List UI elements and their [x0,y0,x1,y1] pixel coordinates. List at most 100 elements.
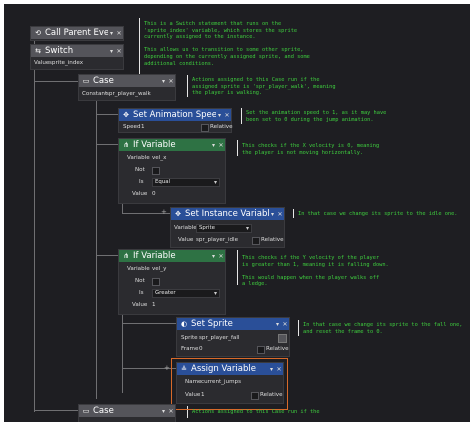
case-icon: ▭ [82,77,90,85]
case-header[interactable]: ▭ Case ▾ ✕ [79,405,175,417]
connector-wire [122,313,123,393]
name-field[interactable]: current_jumps [201,379,241,385]
comment-divider [237,140,238,156]
if-variable-header[interactable]: ⋔ If Variable ▾ ✕ [119,139,225,151]
relative-label: Relative [266,346,289,352]
not-label: Not [135,167,145,173]
call-parent-event-header[interactable]: ⟲ Call Parent Event ▾ ✕ [31,27,123,39]
relative-label: Relative [210,124,233,130]
value-field[interactable]: 1 [201,392,205,398]
gear-icon[interactable]: ▾ [269,211,276,218]
is-label: Is [139,179,144,185]
gear-icon[interactable]: ▾ [210,142,217,149]
gear-icon[interactable]: ▾ [268,366,275,373]
set-animation-speed-header[interactable]: ✥ Set Animation Speed ▾ ✕ [119,109,231,121]
add-action-plus-icon[interactable]: + [161,208,167,216]
comment-if-y-velocity[interactable]: This checks if the Y velocity of the pla… [242,255,389,288]
close-icon[interactable]: ✕ [167,78,175,85]
sprite-picker-button[interactable] [278,334,287,343]
set-instance-variable-node[interactable]: ✥ Set Instance Variable ▾ ✕ Variable Spr… [170,207,285,248]
case-constant-label: Constant [82,91,108,97]
not-checkbox[interactable] [152,167,160,175]
relative-label: Relative [260,392,283,398]
close-icon[interactable]: ✕ [276,211,284,218]
switch-header[interactable]: ⇆ Switch ▾ ✕ [31,45,123,57]
connector-wire [34,68,35,412]
gear-icon[interactable]: ▾ [108,30,115,37]
is-dropdown[interactable]: Greater [152,289,220,298]
comment-animation-speed[interactable]: Set the animation speed to 1, as it may … [246,110,386,123]
connector-wire [122,323,176,324]
if-variable-title: If Variable [133,251,176,261]
sprite-field[interactable]: spr_player_fall [199,335,239,341]
switch-node[interactable]: ⇆ Switch ▾ ✕ Value sprite_index [30,44,124,70]
set-sprite-header[interactable]: ◐ Set Sprite ▾ ✕ [177,318,289,330]
variable-field[interactable]: vel_y [152,266,166,272]
assign-variable-header[interactable]: ≗ Assign Variable ▾ ✕ [177,363,283,375]
case-node[interactable]: ▭ Case ▾ ✕ [78,404,176,422]
relative-checkbox[interactable] [257,346,265,354]
value-field[interactable]: spr_player_idle [196,237,238,243]
if-variable-title: If Variable [133,140,176,150]
gear-icon[interactable]: ▾ [108,48,115,55]
case-constant-field[interactable]: spr_player_walk [106,91,151,97]
variable-dropdown[interactable]: Sprite [196,224,252,233]
comment-if-x-velocity[interactable]: This checks if the X velocity is 0, mean… [242,143,379,156]
case-header[interactable]: ▭ Case ▾ ✕ [79,75,175,87]
close-icon[interactable]: ✕ [275,366,283,373]
set-sprite-node[interactable]: ◐ Set Sprite ▾ ✕ Sprite spr_player_fall … [176,317,290,357]
close-icon[interactable]: ✕ [217,142,225,149]
not-checkbox[interactable] [152,278,160,286]
close-icon[interactable]: ✕ [115,30,123,37]
call-parent-title: Call Parent Event [45,28,108,38]
is-dropdown[interactable]: Equal [152,178,220,187]
comment-fall-sprite[interactable]: In that case we change its sprite to the… [303,322,462,335]
gear-icon[interactable]: ▾ [274,321,281,328]
comment-divider [139,18,140,74]
variable-label: Variable [127,266,150,272]
value-field[interactable]: 1 [152,302,156,308]
assign-variable-node[interactable]: ≗ Assign Variable ▾ ✕ Name current_jumps… [176,362,284,404]
call-parent-event-node[interactable]: ⟲ Call Parent Event ▾ ✕ [30,26,124,41]
if-variable-header[interactable]: ⋔ If Variable ▾ ✕ [119,250,225,262]
assign-icon: ≗ [181,365,187,373]
add-action-plus-icon[interactable]: + [164,364,170,372]
speed-field[interactable]: 1 [141,124,145,130]
gear-icon[interactable]: ▾ [160,78,167,85]
value-label: Value [132,302,148,308]
connector-wire [96,114,118,115]
connector-wire [96,144,118,145]
close-icon[interactable]: ✕ [223,112,231,119]
value-label: Value [185,392,201,398]
case-node[interactable]: ▭ Case ▾ ✕ Constant spr_player_walk [78,74,176,101]
value-field[interactable]: 0 [152,191,156,197]
close-icon[interactable]: ✕ [115,48,123,55]
comment-case-2[interactable]: Actions assigned to this Case run if the [192,409,320,416]
close-icon[interactable]: ✕ [281,321,289,328]
relative-checkbox[interactable] [201,124,209,132]
comment-case[interactable]: Actions assigned to this Case run if the… [192,77,336,97]
relative-label: Relative [261,237,284,243]
switch-title: Switch [45,46,74,56]
set-instance-variable-header[interactable]: ✥ Set Instance Variable ▾ ✕ [171,208,284,220]
if-variable-node[interactable]: ⋔ If Variable ▾ ✕ Variable vel_y Not Is … [118,249,226,315]
close-icon[interactable]: ✕ [167,408,175,415]
if-variable-node[interactable]: ⋔ If Variable ▾ ✕ Variable vel_x Not Is … [118,138,226,204]
variable-field[interactable]: vel_x [152,155,166,161]
frame-field[interactable]: 0 [199,346,203,352]
gear-icon[interactable]: ▾ [160,408,167,415]
if-variable-icon: ⋔ [123,252,129,260]
comment-idle-sprite[interactable]: In that case we change its sprite to the… [298,211,457,218]
comment-divider [298,320,299,336]
variable-label: Variable [127,155,150,161]
animation-icon: ✥ [123,111,129,119]
gear-icon[interactable]: ▾ [210,253,217,260]
relative-checkbox[interactable] [252,237,260,245]
case-title: Case [93,76,114,86]
close-icon[interactable]: ✕ [217,253,225,260]
switch-value-field[interactable]: sprite_index [49,60,83,66]
gear-icon[interactable]: ▾ [216,112,223,119]
set-animation-speed-node[interactable]: ✥ Set Animation Speed ▾ ✕ Speed 1 Relati… [118,108,233,133]
comment-switch[interactable]: This is a Switch statement that runs on … [144,21,310,67]
relative-checkbox[interactable] [251,392,259,400]
